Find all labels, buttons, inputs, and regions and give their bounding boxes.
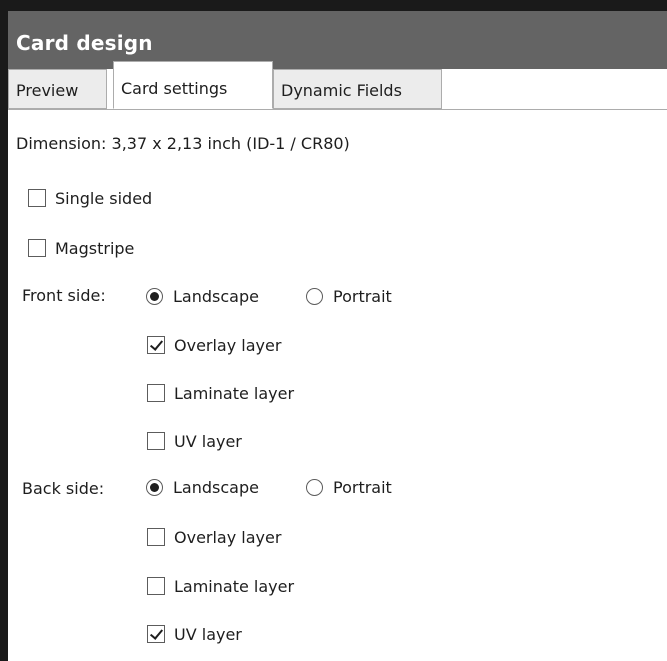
tab-preview[interactable]: Preview [8, 69, 107, 109]
back-overlay-checkbox[interactable] [147, 528, 165, 546]
front-landscape-radio[interactable] [146, 287, 163, 305]
tab-label: Preview [16, 81, 79, 100]
magstripe-checkbox[interactable] [28, 239, 46, 257]
back-side-label: Back side: [22, 479, 105, 498]
tab-bar: Preview Card settings Dynamic Fields [8, 61, 667, 109]
single-sided-label: Single sided [55, 188, 153, 208]
dimension-text: Dimension: 3,37 x 2,13 inch (ID-1 / CR80… [16, 134, 350, 153]
back-laminate-label: Laminate layer [174, 576, 295, 596]
back-landscape-label: Landscape [173, 477, 259, 497]
back-landscape-radio[interactable] [146, 478, 163, 496]
back-landscape-option[interactable]: Landscape [146, 476, 259, 498]
back-uv-checkbox[interactable] [147, 625, 165, 643]
front-laminate-option[interactable]: Laminate layer [147, 382, 294, 404]
back-overlay-label: Overlay layer [174, 527, 282, 547]
front-side-label: Front side: [22, 286, 106, 305]
front-uv-checkbox[interactable] [147, 432, 165, 450]
tab-label: Dynamic Fields [281, 81, 402, 100]
panel-title: Card design [16, 31, 153, 55]
single-sided-checkbox[interactable] [28, 189, 46, 207]
front-portrait-radio[interactable] [306, 287, 323, 305]
app-window: Card design Preview Card settings Dynami… [0, 0, 667, 661]
tab-dynamic-fields[interactable]: Dynamic Fields [273, 69, 442, 109]
back-portrait-option[interactable]: Portrait [306, 476, 392, 498]
tab-label: Card settings [121, 79, 228, 98]
back-portrait-radio[interactable] [306, 478, 323, 496]
panel-header: Card design [8, 11, 667, 69]
front-overlay-label: Overlay layer [174, 335, 282, 355]
front-landscape-label: Landscape [173, 286, 259, 306]
front-uv-option[interactable]: UV layer [147, 430, 242, 452]
back-laminate-checkbox[interactable] [147, 577, 165, 595]
single-sided-option[interactable]: Single sided [28, 187, 152, 209]
front-laminate-checkbox[interactable] [147, 384, 165, 402]
front-overlay-option[interactable]: Overlay layer [147, 334, 281, 356]
back-uv-label: UV layer [174, 624, 242, 644]
front-uv-label: UV layer [174, 431, 242, 451]
card-settings-content: Dimension: 3,37 x 2,13 inch (ID-1 / CR80… [8, 110, 667, 661]
card-design-panel: Card design Preview Card settings Dynami… [8, 11, 667, 661]
front-portrait-label: Portrait [333, 286, 392, 306]
back-uv-option[interactable]: UV layer [147, 623, 242, 645]
front-portrait-option[interactable]: Portrait [306, 285, 392, 307]
back-portrait-label: Portrait [333, 477, 392, 497]
magstripe-option[interactable]: Magstripe [28, 237, 134, 259]
back-overlay-option[interactable]: Overlay layer [147, 526, 281, 548]
tab-card-settings[interactable]: Card settings [113, 61, 273, 109]
front-laminate-label: Laminate layer [174, 383, 295, 403]
back-laminate-option[interactable]: Laminate layer [147, 575, 294, 597]
front-overlay-checkbox[interactable] [147, 336, 165, 354]
front-landscape-option[interactable]: Landscape [146, 285, 259, 307]
magstripe-label: Magstripe [55, 238, 135, 258]
